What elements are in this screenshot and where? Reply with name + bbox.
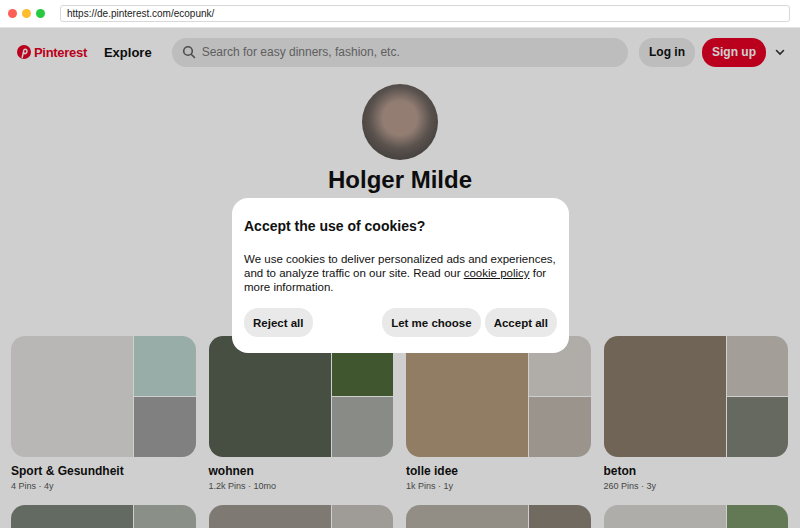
cookie-dialog: Accept the use of cookies? We use cookie… (232, 198, 569, 353)
cookie-button[interactable]: Accept all (485, 308, 557, 337)
address-bar[interactable]: https://de.pinterest.com/ecopunk/ (60, 5, 790, 22)
dialog-buttons: Reject all Let me chooseAccept all (244, 308, 557, 337)
page: Pinterest Explore Search for easy dinner… (0, 28, 800, 528)
cookie-policy-link[interactable]: cookie policy (464, 267, 530, 279)
browser-toolbar: https://de.pinterest.com/ecopunk/ (0, 0, 800, 28)
dialog-text: We use cookies to deliver personalized a… (244, 252, 557, 294)
cookie-button[interactable]: Let me choose (382, 308, 481, 337)
close-dot-icon[interactable] (8, 9, 17, 18)
cookie-button[interactable]: Reject all (244, 308, 313, 337)
browser-window: https://de.pinterest.com/ecopunk/ Pinter… (0, 0, 800, 528)
minimize-dot-icon[interactable] (22, 9, 31, 18)
maximize-dot-icon[interactable] (36, 9, 45, 18)
dialog-title: Accept the use of cookies? (244, 216, 557, 236)
